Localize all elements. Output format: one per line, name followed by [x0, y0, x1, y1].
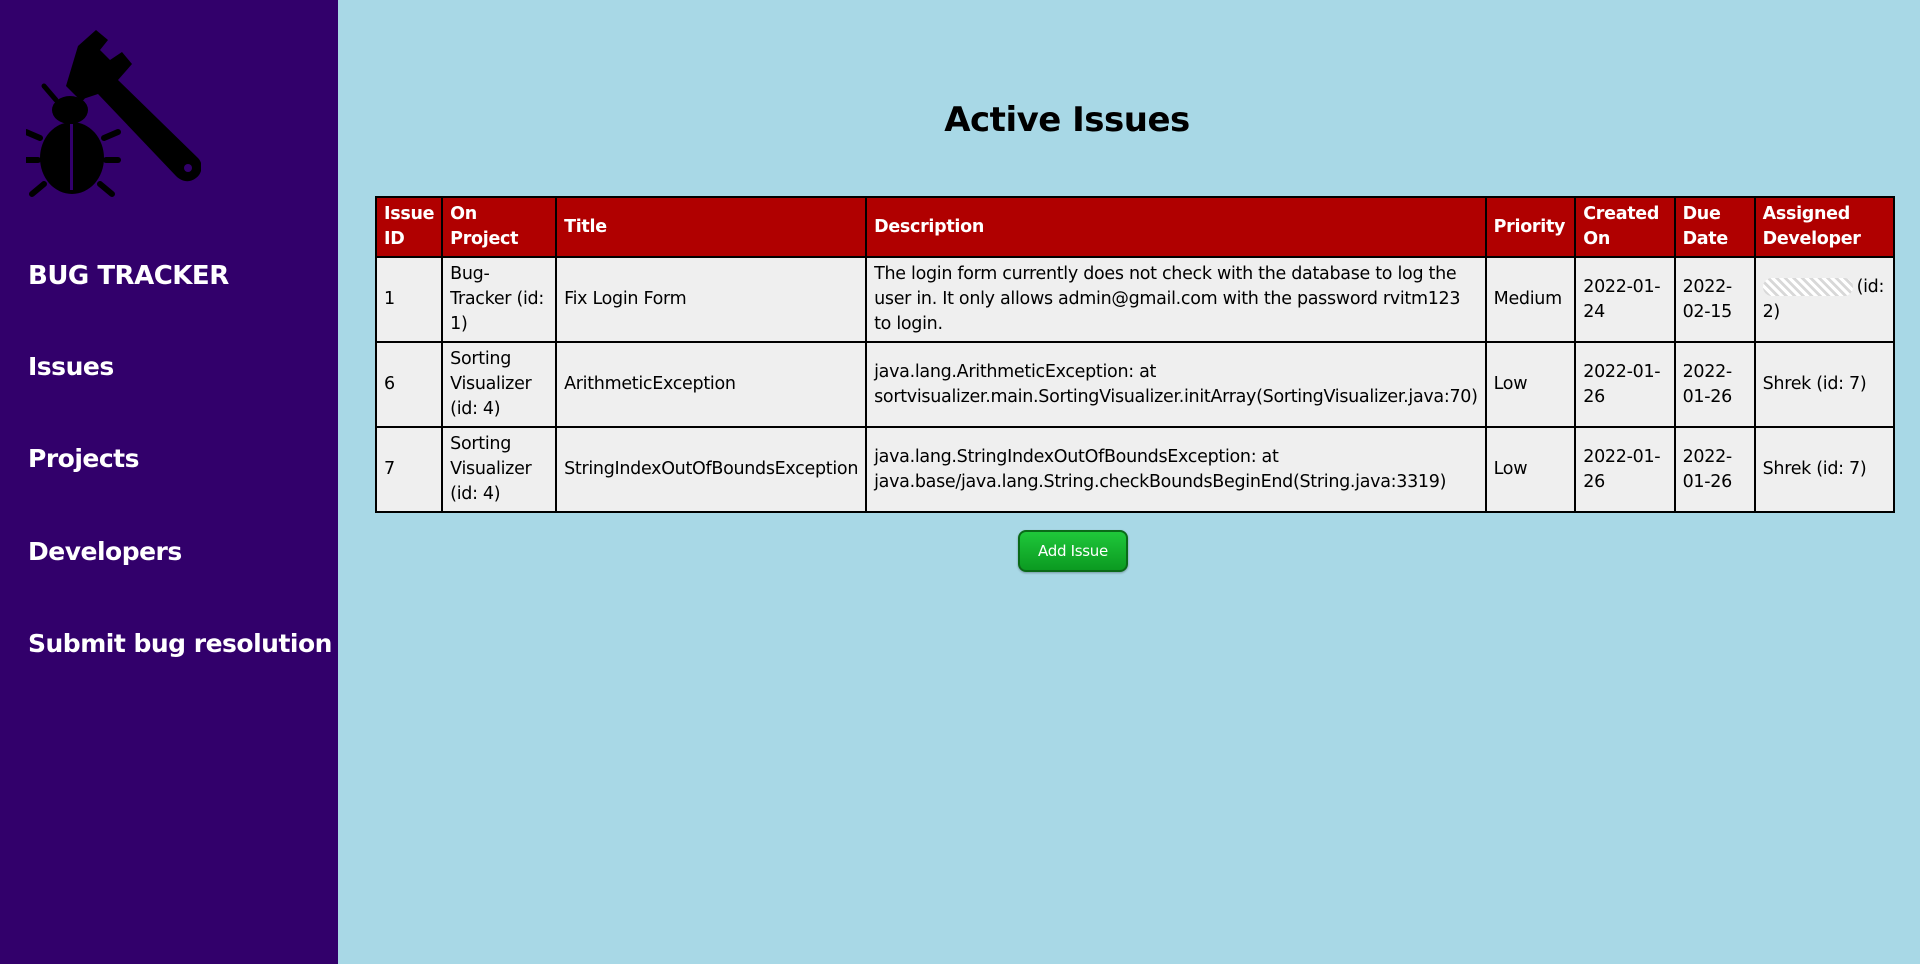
sidebar: BUG TRACKER Issues Projects Developers S…	[0, 0, 338, 964]
header-issue-id: Issue ID	[374, 196, 444, 258]
cell-priority: Low	[1484, 341, 1577, 428]
nav-item-submit-bug-resolution[interactable]: Submit bug resolution	[28, 629, 332, 658]
header-priority: Priority	[1484, 196, 1577, 258]
cell-issue-id: 6	[374, 341, 444, 428]
header-assigned-developer: Assigned Developer	[1753, 196, 1896, 258]
issues-table: Issue ID On Project Title Description Pr…	[374, 196, 1896, 513]
cell-created-on: 2022-01-26	[1574, 341, 1676, 428]
redacted-name	[1762, 277, 1853, 296]
add-issue-button[interactable]: Add Issue	[1018, 530, 1128, 572]
cell-priority: Medium	[1484, 256, 1577, 343]
cell-due-date: 2022-02-15	[1673, 256, 1756, 343]
cell-created-on: 2022-01-24	[1574, 256, 1676, 343]
brand-title: BUG TRACKER	[28, 261, 229, 291]
table-row: 7 Sorting Visualizer (id: 4) StringIndex…	[374, 426, 1896, 513]
cell-description: The login form currently does not check …	[865, 256, 1487, 343]
cell-project: Bug-Tracker (id: 1)	[441, 256, 558, 343]
header-on-project: On Project	[441, 196, 558, 258]
cell-assigned-developer: Shrek (id: 7)	[1753, 426, 1896, 513]
cell-title: Fix Login Form	[555, 256, 868, 343]
cell-project: Sorting Visualizer (id: 4)	[441, 426, 558, 513]
header-description: Description	[865, 196, 1487, 258]
nav-item-developers[interactable]: Developers	[28, 537, 182, 566]
cell-issue-id: 7	[374, 426, 444, 513]
nav-item-issues[interactable]: Issues	[28, 352, 114, 381]
cell-priority: Low	[1484, 426, 1577, 513]
cell-assigned-developer: (id: 2)	[1753, 256, 1896, 343]
cell-description: java.lang.StringIndexOutOfBoundsExceptio…	[865, 426, 1487, 513]
cell-description: java.lang.ArithmeticException: at sortvi…	[865, 341, 1487, 428]
cell-project: Sorting Visualizer (id: 4)	[441, 341, 558, 428]
cell-due-date: 2022-01-26	[1673, 426, 1756, 513]
cell-due-date: 2022-01-26	[1673, 341, 1756, 428]
page-title: Active Issues	[944, 100, 1190, 140]
bug-wrench-icon	[26, 30, 201, 197]
table-row: 6 Sorting Visualizer (id: 4) ArithmeticE…	[374, 341, 1896, 428]
header-created-on: Created On	[1574, 196, 1676, 258]
cell-title: ArithmeticException	[555, 341, 868, 428]
cell-created-on: 2022-01-26	[1574, 426, 1676, 513]
cell-issue-id: 1	[374, 256, 444, 343]
cell-title: StringIndexOutOfBoundsException	[555, 426, 868, 513]
cell-assigned-developer: Shrek (id: 7)	[1753, 341, 1896, 428]
main-content: Active Issues Issue ID On Project Title …	[338, 0, 1920, 964]
table-header-row: Issue ID On Project Title Description Pr…	[374, 196, 1896, 258]
header-title: Title	[555, 196, 868, 258]
header-due-date: Due Date	[1673, 196, 1756, 258]
nav-item-projects[interactable]: Projects	[28, 444, 140, 473]
table-row: 1 Bug-Tracker (id: 1) Fix Login Form The…	[374, 256, 1896, 343]
